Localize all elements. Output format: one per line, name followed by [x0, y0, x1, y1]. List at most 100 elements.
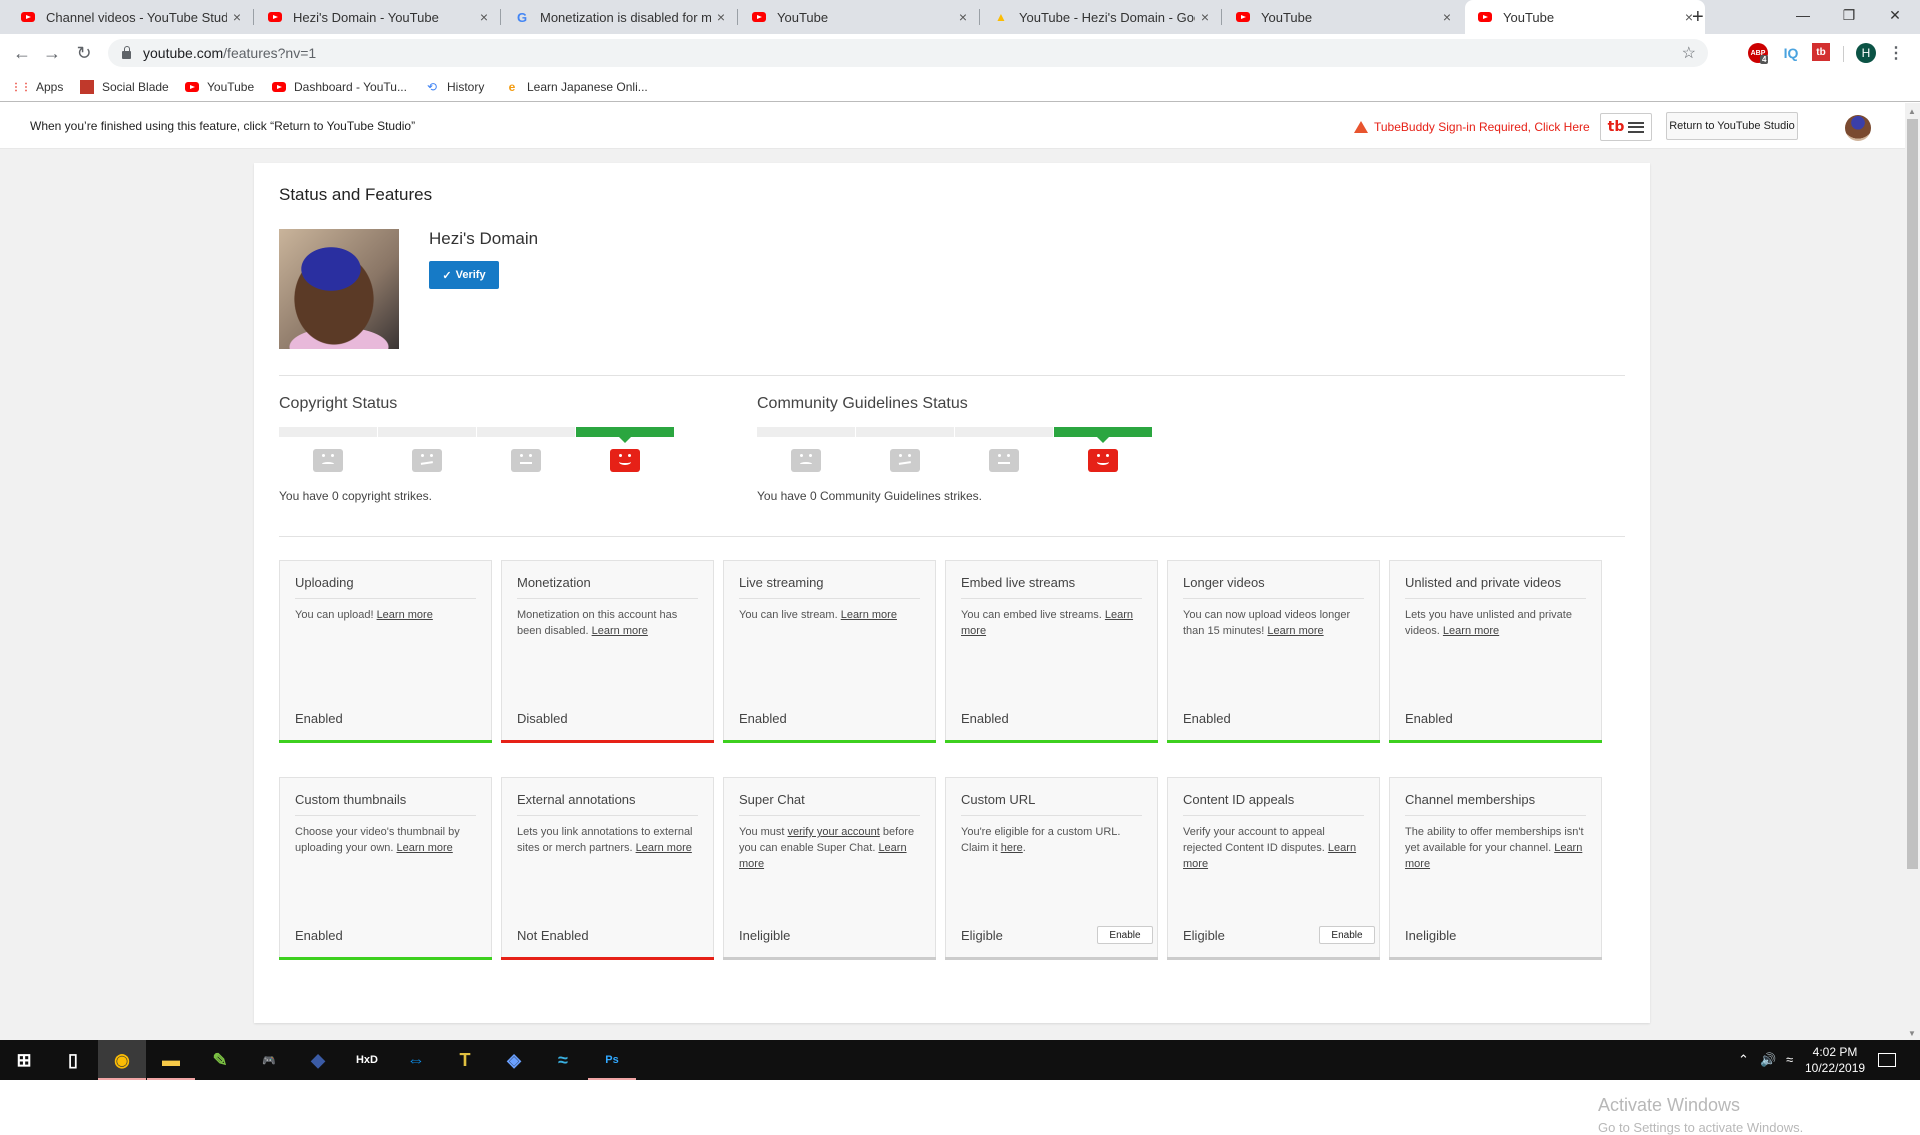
dolphin-icon[interactable]: ≈	[539, 1040, 587, 1080]
apps-grid-icon: ⋮⋮	[11, 81, 31, 93]
scroll-down-arrow-icon[interactable]: ▼	[1908, 1029, 1916, 1038]
bookmark-item[interactable]: YouTube	[185, 78, 254, 96]
iq-extension-icon[interactable]: IQ	[1780, 43, 1802, 63]
photoshop-icon[interactable]: Ps	[588, 1040, 636, 1080]
wifi-icon[interactable]: ≈	[1786, 1052, 1793, 1067]
bookmark-item[interactable]: Dashboard - YouTu...	[272, 78, 407, 96]
bookmark-item[interactable]: Social Blade	[80, 78, 169, 96]
verify-account-link[interactable]: verify your account	[788, 826, 880, 838]
tray-overflow-icon[interactable]: ⌃	[1738, 1052, 1749, 1068]
close-window-button[interactable]: ✕	[1872, 0, 1918, 30]
learn-more-link[interactable]: Learn more	[592, 625, 648, 637]
volume-icon[interactable]: 🔊	[1760, 1052, 1776, 1068]
browser-tab[interactable]: G Monetization is disabled for my c ×	[502, 0, 737, 34]
feature-description: Lets you have unlisted and private video…	[1405, 607, 1589, 639]
youtube-icon	[272, 80, 286, 94]
task-view-icon[interactable]: ▯	[49, 1040, 97, 1080]
scroll-up-arrow-icon[interactable]: ▲	[1908, 107, 1916, 116]
learn-more-link[interactable]: Learn more	[397, 842, 453, 854]
bookmark-label: Apps	[36, 80, 64, 94]
minimize-button[interactable]: —	[1780, 0, 1826, 30]
browser-tab[interactable]: YouTube ×	[1223, 0, 1463, 34]
feature-title: Live streaming	[739, 575, 920, 599]
close-tab-icon[interactable]: ×	[1201, 9, 1209, 25]
browser-tab[interactable]: Hezi's Domain - YouTube ×	[255, 0, 500, 34]
close-tab-icon[interactable]: ×	[959, 9, 967, 25]
start-icon[interactable]: ⊞	[0, 1040, 48, 1080]
new-tab-button[interactable]: +	[1692, 6, 1704, 29]
forward-button[interactable]: →	[38, 39, 66, 67]
restore-button[interactable]: ❐	[1826, 0, 1872, 30]
feature-status: Enabled	[1405, 711, 1453, 726]
hxd-icon[interactable]: HxD	[343, 1040, 391, 1080]
feature-card-custom-thumbnails: Custom thumbnails Choose your video's thu…	[279, 777, 492, 960]
copyright-status-title: Copyright Status	[279, 395, 398, 412]
close-tab-icon[interactable]: ×	[480, 9, 488, 25]
feature-title: Longer videos	[1183, 575, 1364, 599]
browser-tab[interactable]: YouTube ×	[1465, 0, 1705, 34]
enable-button[interactable]: Enable	[1097, 926, 1153, 944]
enable-button[interactable]: Enable	[1319, 926, 1375, 944]
profile-avatar[interactable]: H	[1856, 43, 1876, 63]
feature-description: You can embed live streams. Learn more	[961, 607, 1145, 639]
browser-tab[interactable]: YouTube ×	[739, 0, 979, 34]
feature-description: Verify your account to appeal rejected C…	[1183, 824, 1367, 872]
learn-more-link[interactable]: Learn more	[1267, 625, 1323, 637]
feature-status: Enabled	[295, 711, 343, 726]
bookmark-item[interactable]: e Learn Japanese Onli...	[505, 78, 648, 96]
verify-button[interactable]: ✓ Verify	[429, 261, 499, 289]
tubebuddy-menu-button[interactable]: tb	[1600, 113, 1652, 141]
reload-button[interactable]: ↻	[70, 39, 98, 67]
adblock-extension-icon[interactable]: ABP 4	[1748, 43, 1769, 64]
tekken-icon[interactable]: T	[441, 1040, 489, 1080]
teamviewer-icon[interactable]: ⇔	[392, 1040, 440, 1080]
learn-more-link[interactable]: Learn more	[377, 609, 433, 621]
bookmark-label: History	[447, 80, 485, 94]
pcsx2-icon[interactable]: ◈	[490, 1040, 538, 1080]
gamepad-icon[interactable]: 🎮	[245, 1040, 293, 1080]
tubebuddy-extension-icon[interactable]: tb	[1812, 43, 1830, 61]
system-clock[interactable]: 4:02 PM 10/22/2019	[1805, 1044, 1865, 1076]
feature-card-content-id-appeals: Content ID appeals Verify your account to…	[1167, 777, 1380, 960]
learn-more-link[interactable]: Learn more	[636, 842, 692, 854]
feature-description: You can now upload videos longer than 15…	[1183, 607, 1367, 639]
claim-url-link[interactable]: here	[1001, 842, 1023, 854]
close-tab-icon[interactable]: ×	[717, 9, 725, 25]
feature-card-live-streaming: Live streaming You can live stream. Learn…	[723, 560, 936, 743]
strike-meter-segment	[1054, 427, 1152, 443]
learn-more-link[interactable]: Learn more	[841, 609, 897, 621]
close-tab-icon[interactable]: ×	[1443, 9, 1451, 25]
strike-meter-segment	[955, 427, 1053, 437]
return-to-studio-button[interactable]: Return to YouTube Studio	[1666, 112, 1798, 140]
browser-tab[interactable]: Channel videos - YouTube Studio ×	[8, 0, 253, 34]
account-avatar[interactable]	[1845, 115, 1871, 141]
browser-toolbar: ← → ↻ youtube.com/features?nv=1 ☆ ABP 4 I…	[0, 34, 1920, 72]
description-text: You must	[739, 826, 788, 838]
file-explorer-icon[interactable]: ▬	[147, 1040, 195, 1080]
address-bar[interactable]: youtube.com/features?nv=1 ☆	[108, 39, 1708, 67]
scrollbar-thumb[interactable]	[1907, 119, 1918, 869]
tubebuddy-logo-icon: tb	[1607, 119, 1625, 135]
page-scrollbar[interactable]: ▲ ▼	[1905, 103, 1920, 1040]
feature-title: Unlisted and private videos	[1405, 575, 1586, 599]
tab-title: Monetization is disabled for my c	[540, 9, 711, 25]
bookmark-item[interactable]: ⋮⋮ Apps	[11, 78, 64, 96]
close-tab-icon[interactable]: ×	[233, 9, 241, 25]
bookmark-label: Dashboard - YouTu...	[294, 80, 407, 94]
tab-title: Hezi's Domain - YouTube	[293, 9, 439, 25]
chrome-icon[interactable]: ◉	[98, 1040, 146, 1080]
bookmark-item[interactable]: ⟲ History	[425, 78, 484, 96]
feature-status-bar	[1167, 957, 1380, 960]
sad-face-icon	[313, 449, 343, 472]
tubebuddy-signin-link[interactable]: TubeBuddy Sign-in Required, Click Here	[1354, 120, 1590, 134]
lock-icon	[122, 46, 131, 59]
learn-more-link[interactable]: Learn more	[1443, 625, 1499, 637]
community-strike-text: You have 0 Community Guidelines strikes.	[757, 489, 982, 503]
chrome-menu-icon[interactable]: ⋮	[1888, 43, 1904, 63]
back-button[interactable]: ←	[8, 39, 36, 67]
action-center-icon[interactable]	[1878, 1053, 1896, 1067]
notepad-icon[interactable]: ✎	[196, 1040, 244, 1080]
browser-tab[interactable]: ▲ YouTube - Hezi's Domain - Goog ×	[981, 0, 1221, 34]
bookmark-star-icon[interactable]: ☆	[1682, 43, 1696, 63]
halo-icon[interactable]: ◆	[294, 1040, 342, 1080]
